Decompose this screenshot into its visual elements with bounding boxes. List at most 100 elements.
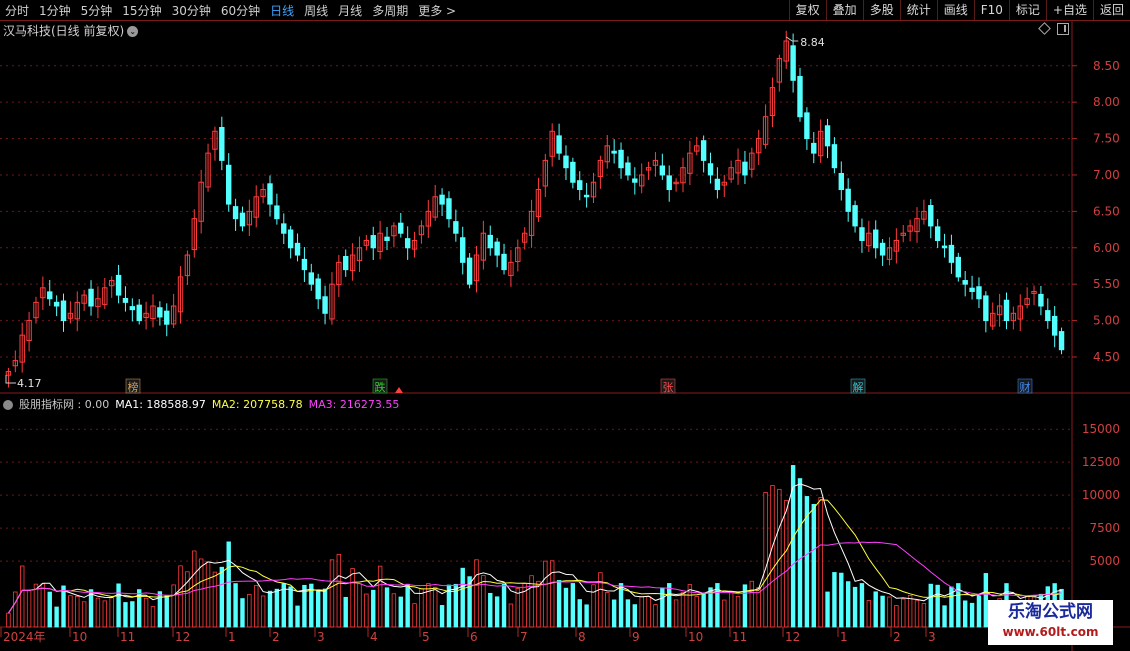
watermark-logo: 乐淘公式网 www.60lt.com bbox=[988, 600, 1113, 645]
volume-bar bbox=[61, 585, 66, 628]
timeframe-tab-2[interactable]: 5分钟 bbox=[76, 2, 118, 19]
candle-body bbox=[274, 205, 280, 220]
panel-toggle-icon[interactable] bbox=[1057, 23, 1069, 35]
volume-bar bbox=[811, 503, 816, 628]
candle-body bbox=[294, 242, 301, 256]
volume-bar bbox=[357, 583, 362, 628]
volume-bar bbox=[935, 584, 940, 628]
volume-bar bbox=[405, 583, 410, 628]
volume-bar bbox=[962, 600, 968, 628]
volume-bar bbox=[178, 565, 183, 628]
volume-bar bbox=[598, 572, 603, 628]
low-label: 4.17 bbox=[17, 377, 42, 390]
volume-bar bbox=[625, 599, 631, 628]
candle-body bbox=[446, 198, 452, 220]
volume-bar bbox=[267, 590, 273, 628]
candle-body bbox=[852, 205, 858, 227]
ma3-value: MA3: 216273.55 bbox=[308, 398, 400, 411]
volume-bar bbox=[611, 599, 617, 628]
candle-body bbox=[1045, 310, 1051, 322]
candle-body bbox=[239, 212, 246, 227]
toolbar-button-5[interactable]: F10 bbox=[973, 0, 1009, 20]
stock-title[interactable]: 汉马科技(日线 前复权) ⌄ bbox=[3, 22, 139, 39]
volume-bar bbox=[439, 605, 445, 628]
volume-bar bbox=[797, 478, 803, 628]
candle-body bbox=[714, 178, 721, 191]
volume-bar bbox=[770, 485, 775, 628]
volume-bar bbox=[543, 560, 548, 628]
volume-tick-label: 12500 bbox=[1082, 455, 1120, 469]
candle-body bbox=[632, 178, 638, 183]
toolbar-button-8[interactable]: 返回 bbox=[1092, 0, 1130, 20]
candle-body bbox=[577, 180, 583, 191]
high-label: 8.84 bbox=[800, 36, 825, 49]
volume-bar bbox=[667, 583, 672, 628]
volume-bar bbox=[192, 550, 197, 628]
candle-body bbox=[804, 112, 810, 140]
volume-bar bbox=[605, 592, 610, 628]
candle-body bbox=[47, 291, 53, 300]
candle-body bbox=[287, 229, 294, 249]
candle-body bbox=[879, 242, 886, 256]
volume-bar bbox=[735, 595, 741, 628]
indicator-title[interactable]: 股朋指标网 : 0.00 MA1: 188588.97 MA2: 207758.78… bbox=[3, 396, 405, 412]
volume-bar bbox=[419, 588, 424, 628]
candle-body bbox=[115, 274, 122, 296]
volume-bar bbox=[839, 572, 844, 628]
dropdown-icon[interactable]: ⌄ bbox=[127, 26, 139, 37]
volume-bar bbox=[481, 575, 486, 628]
date-label-10: 7 bbox=[520, 630, 528, 644]
price-tick-label: 5.00 bbox=[1093, 314, 1120, 328]
candle-body bbox=[928, 205, 934, 227]
date-label-4: 1 bbox=[228, 630, 236, 644]
volume-bar bbox=[556, 580, 562, 628]
candle-body bbox=[811, 142, 817, 154]
timeframe-tab-4[interactable]: 30分钟 bbox=[167, 2, 216, 19]
candle-body bbox=[659, 165, 666, 176]
date-label-7: 4 bbox=[370, 630, 378, 644]
volume-bar bbox=[901, 598, 906, 628]
date-label-14: 11 bbox=[732, 630, 747, 644]
kline-chart[interactable]: 8.50 8.00 7.50 7.00 6.50 6.00 5.50 5.00 4.50 8.84… bbox=[0, 21, 1130, 651]
timeframe-tab-7[interactable]: 周线 bbox=[299, 2, 333, 19]
volume-bar bbox=[866, 600, 872, 628]
volume-bar bbox=[164, 595, 169, 628]
date-label-5: 2 bbox=[272, 630, 280, 644]
candle-body bbox=[838, 172, 844, 191]
low-pointer bbox=[5, 375, 16, 384]
volume-bar bbox=[219, 566, 225, 628]
volume-bar bbox=[825, 591, 830, 628]
candle-body bbox=[824, 125, 831, 147]
toolbar-button-0[interactable]: 复权 bbox=[788, 0, 826, 20]
toolbar-button-2[interactable]: 多股 bbox=[862, 0, 900, 20]
volume-bar bbox=[81, 601, 87, 628]
timeframe-tab-10[interactable]: 更多 > bbox=[413, 2, 461, 19]
toolbar-button-4[interactable]: 画线 bbox=[936, 0, 974, 20]
volume-bar bbox=[536, 580, 541, 628]
timeframe-tab-9[interactable]: 多周期 bbox=[367, 2, 413, 19]
date-label-18: 3 bbox=[928, 630, 936, 644]
timeframe-tab-6[interactable]: 日线 bbox=[265, 2, 299, 19]
volume-bar bbox=[722, 599, 727, 628]
toolbar-button-7[interactable]: +自选 bbox=[1045, 0, 1093, 20]
toolbar-button-1[interactable]: 叠加 bbox=[825, 0, 863, 20]
indicator-menu-icon[interactable] bbox=[3, 400, 13, 410]
volume-bar bbox=[54, 606, 59, 628]
volume-bar bbox=[13, 591, 18, 628]
volume-bar bbox=[68, 595, 73, 628]
volume-bar bbox=[274, 588, 280, 628]
toolbar-button-6[interactable]: 标记 bbox=[1008, 0, 1046, 20]
timeframe-tab-3[interactable]: 15分钟 bbox=[117, 2, 166, 19]
marker-1: 跌 bbox=[375, 380, 386, 394]
candle-body bbox=[53, 301, 60, 307]
candle-body bbox=[281, 223, 287, 234]
candle-body bbox=[226, 164, 232, 205]
timeframe-tab-1[interactable]: 1分钟 bbox=[34, 2, 76, 19]
volume-bar bbox=[33, 583, 39, 628]
candle-body bbox=[267, 183, 273, 205]
timeframe-tab-8[interactable]: 月线 bbox=[333, 2, 367, 19]
timeframe-tab-0[interactable]: 分时 bbox=[0, 2, 34, 19]
toolbar-button-3[interactable]: 统计 bbox=[899, 0, 937, 20]
candle-body bbox=[487, 234, 493, 249]
timeframe-tab-5[interactable]: 60分钟 bbox=[216, 2, 265, 19]
